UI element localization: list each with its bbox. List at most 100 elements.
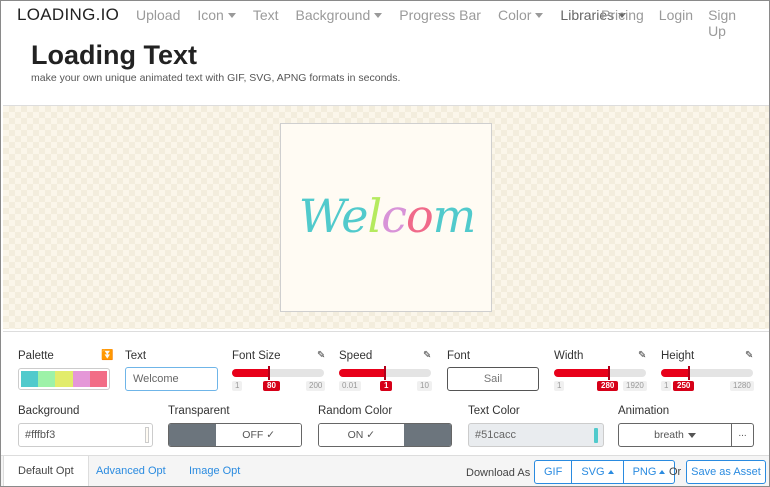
page-subtitle: make your own unique animated text with … [31, 72, 401, 84]
tab-default-opt[interactable]: Default Opt [3, 456, 89, 486]
pen-icon[interactable]: ✎ [317, 350, 325, 361]
font-size-slider[interactable] [232, 366, 324, 380]
preview-text: Welcom [281, 186, 493, 246]
random-color-label: Random Color [318, 405, 393, 417]
height-slider-fill [661, 366, 690, 380]
slider-thumb[interactable] [687, 366, 690, 380]
font-size-label: Font Size [232, 350, 281, 362]
nav-text-label: Text [252, 7, 279, 23]
height-min: 1 [661, 381, 672, 391]
text-input[interactable]: Welcome [125, 367, 218, 391]
download-svg-label: SVG [581, 466, 605, 478]
text-color-input[interactable]: #51cacc [468, 423, 604, 447]
nav-icon[interactable]: Icon [197, 7, 236, 23]
speed-max: 10 [417, 381, 432, 391]
toggle-knob [169, 424, 217, 446]
text-label: Text [125, 350, 147, 362]
palette-swatch[interactable] [21, 371, 39, 387]
palette-swatch[interactable] [38, 371, 56, 387]
height-label: Height [661, 350, 695, 362]
preview-letter: c [381, 189, 407, 243]
download-gif-label: GIF [544, 466, 563, 478]
background-color-input[interactable]: #fffbf3 [18, 423, 153, 447]
nav-upload-label: Upload [136, 7, 181, 23]
preview-canvas: Welcom [280, 123, 492, 312]
animation-label: Animation [618, 405, 670, 417]
speed-min: 0.01 [339, 381, 361, 391]
palette-picker[interactable] [18, 368, 110, 390]
animation-select[interactable]: breath [618, 423, 732, 447]
animation-more-button[interactable]: ... [732, 423, 754, 447]
pen-icon[interactable]: ✎ [638, 350, 646, 361]
nav-signup[interactable]: Sign Up [708, 7, 754, 39]
font-size-value: 80 [263, 381, 280, 391]
width-label: Width [554, 350, 584, 362]
animation-value: breath [654, 429, 684, 441]
download-as-label: Download As [466, 467, 531, 479]
download-svg-button[interactable]: SVG [572, 460, 624, 484]
random-color-toggle[interactable]: ON ✓ [318, 423, 452, 447]
toggle-knob [403, 424, 451, 446]
width-value: 280 [597, 381, 619, 391]
tab-advanced-opt[interactable]: Advanced Opt [82, 456, 180, 486]
tab-image-opt[interactable]: Image Opt [175, 456, 254, 486]
nav-color[interactable]: Color [497, 7, 544, 23]
transparent-toggle[interactable]: OFF ✓ [168, 423, 302, 447]
app-frame: LOADING.IO Upload Icon Text Background P… [0, 0, 770, 487]
speed-label: Speed [339, 350, 373, 362]
transparent-label: Transparent [168, 405, 230, 417]
nav-color-label: Color [497, 7, 532, 23]
download-gif-button[interactable]: GIF [534, 460, 573, 484]
nav-progress-bar-label: Progress Bar [399, 7, 481, 23]
background-label: Background [18, 405, 80, 417]
nav-text[interactable]: Text [253, 7, 279, 23]
pen-icon[interactable]: ✎ [423, 350, 431, 361]
nav-right: Pricing Login Sign Up [601, 7, 769, 39]
preview-letter: l [367, 189, 382, 243]
nav-background[interactable]: Background [296, 7, 383, 23]
brand-logo[interactable]: LOADING.IO [17, 5, 119, 25]
speed-value: 1 [380, 381, 393, 391]
chevron-down-icon [535, 12, 544, 18]
nav-progress-bar[interactable]: Progress Bar [399, 7, 481, 23]
page-title: Loading Text [31, 40, 197, 70]
transparent-toggle-label: OFF ✓ [216, 424, 301, 446]
nav-upload[interactable]: Upload [136, 7, 180, 23]
chevron-down-icon [374, 12, 383, 18]
height-value: 250 [673, 381, 695, 391]
width-slider[interactable] [554, 366, 646, 380]
preview-letter: e [341, 189, 368, 243]
download-png-button[interactable]: PNG [623, 460, 676, 484]
nav-login[interactable]: Login [659, 7, 693, 39]
palette-swatch[interactable] [89, 371, 108, 387]
text-color-label: Text Color [468, 405, 520, 417]
download-format-group: GIF SVG PNG [534, 460, 676, 484]
download-png-label: PNG [632, 466, 657, 478]
font-size-max: 200 [306, 381, 326, 391]
chevron-down-icon [227, 12, 236, 18]
slider-thumb[interactable] [608, 366, 611, 380]
height-slider[interactable] [661, 366, 753, 380]
preview-letter: W [298, 189, 343, 243]
width-min: 1 [554, 381, 565, 391]
background-color-swatch[interactable] [145, 427, 149, 443]
nav-pricing[interactable]: Pricing [601, 7, 644, 39]
palette-swatch[interactable] [55, 371, 73, 387]
pen-icon[interactable]: ✎ [745, 350, 753, 361]
font-size-min: 1 [232, 381, 243, 391]
nav-icon-label: Icon [197, 7, 224, 23]
save-as-asset-button[interactable]: Save as Asset [686, 460, 766, 484]
slider-thumb[interactable] [384, 366, 386, 380]
font-select-button[interactable]: Sail [447, 367, 539, 391]
chevron-down-icon [687, 432, 696, 438]
text-color-swatch[interactable] [594, 428, 598, 443]
double-chevron-down-icon[interactable]: ⏬ [101, 350, 113, 361]
slider-thumb[interactable] [267, 366, 270, 380]
speed-slider[interactable] [339, 366, 431, 380]
palette-swatch[interactable] [72, 371, 90, 387]
or-label: Or [669, 466, 682, 478]
height-max: 1280 [730, 381, 754, 391]
background-color-value: #fffbf3 [25, 429, 56, 441]
random-color-toggle-label: ON ✓ [319, 424, 404, 446]
preview-letter: o [405, 189, 434, 243]
